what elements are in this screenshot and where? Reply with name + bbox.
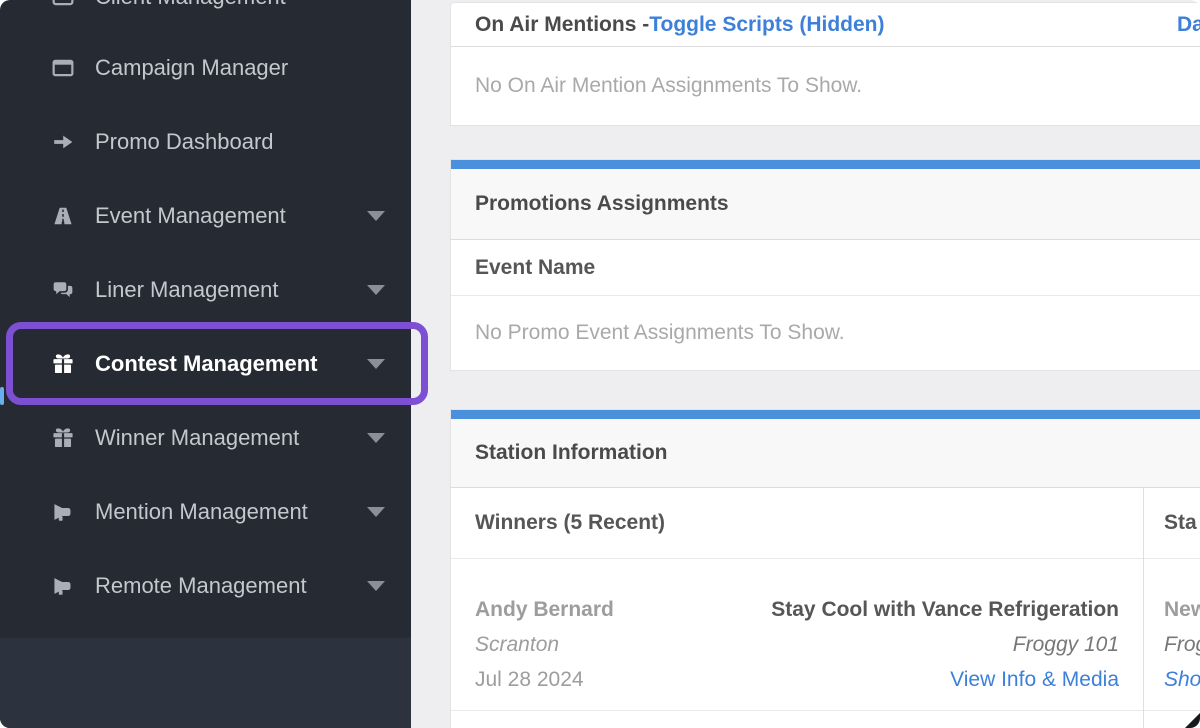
event-name-column-header: Event Name <box>451 240 1200 296</box>
winner-location: Scranton <box>475 627 614 662</box>
date-link[interactable]: Da <box>1177 3 1200 47</box>
sidebar-tools-section: TOOLS Phone Screener <box>0 638 411 728</box>
card-accent-bar <box>451 160 1200 169</box>
sidebar-item-label: Liner Management <box>95 277 278 303</box>
show-link[interactable]: Sho <box>1164 668 1200 691</box>
winner-meta: Andy Bernard Scranton Jul 28 2024 <box>475 592 614 710</box>
promotions-assignments-card: Promotions Assignments Event Name No Pro… <box>450 159 1200 371</box>
station-information-card: Station Information Winners (5 Recent) A… <box>450 409 1200 728</box>
sidebar-item-label: Contest Management <box>95 351 317 377</box>
sidebar-item-label: Remote Management <box>95 573 307 599</box>
active-item-indicator <box>0 387 4 405</box>
sidebar-item-campaign-manager[interactable]: Campaign Manager <box>0 31 411 105</box>
winner-row: Andy Bernard Scranton Jul 28 2024 Stay C… <box>451 559 1143 711</box>
chevron-down-icon <box>367 433 385 443</box>
main-content: On Air Mentions - Toggle Scripts (Hidden… <box>411 0 1200 728</box>
sidebar-item-mention-management[interactable]: Mention Management <box>0 475 411 549</box>
arrow-right-icon <box>48 131 78 153</box>
station-row-line2: Frog <box>1164 627 1200 662</box>
station-row-line1: New <box>1164 592 1200 627</box>
sidebar-item-remote-management[interactable]: Remote Management <box>0 549 411 623</box>
station-columns: Winners (5 Recent) Andy Bernard Scranton… <box>451 488 1200 728</box>
chevron-down-icon <box>367 359 385 369</box>
sidebar-item-client-management[interactable]: Client Management <box>0 0 411 34</box>
promotions-assignments-title: Promotions Assignments <box>475 192 729 216</box>
winners-column-header: Winners (5 Recent) <box>451 488 1143 559</box>
on-air-empty-message: No On Air Mention Assignments To Show. <box>451 47 1200 125</box>
app-screen: Client Management Campaign Manager Promo… <box>0 0 1200 728</box>
sidebar-item-label: Promo Dashboard <box>95 129 274 155</box>
gift-icon <box>48 427 78 449</box>
sidebar-item-label: Winner Management <box>95 425 299 451</box>
on-air-mentions-header: On Air Mentions - Toggle Scripts (Hidden… <box>451 3 1200 47</box>
winner-name: Andy Bernard <box>475 592 614 627</box>
window-icon <box>48 57 78 79</box>
gift-icon <box>48 353 78 375</box>
chevron-down-icon <box>367 285 385 295</box>
promotions-empty-message: No Promo Event Assignments To Show. <box>451 296 1200 370</box>
station-column-header: Sta <box>1144 488 1200 559</box>
winner-campaign-title: Stay Cool with Vance Refrigeration <box>771 592 1119 627</box>
on-air-mentions-card: On Air Mentions - Toggle Scripts (Hidden… <box>450 2 1200 126</box>
chevron-down-icon <box>367 211 385 221</box>
winner-station: Froggy 101 <box>771 627 1119 662</box>
view-info-media-link[interactable]: View Info & Media <box>950 668 1119 691</box>
station-row: New Frog Sho <box>1144 559 1200 711</box>
promotions-assignments-header: Promotions Assignments <box>451 169 1200 240</box>
winner-date: Jul 28 2024 <box>475 662 614 697</box>
toggle-scripts-link[interactable]: Toggle Scripts (Hidden) <box>649 13 884 37</box>
card-accent-bar <box>451 410 1200 419</box>
sidebar-item-winner-management[interactable]: Winner Management <box>0 401 411 475</box>
station-column: Sta New Frog Sho <box>1144 488 1200 728</box>
address-card-icon <box>48 0 78 8</box>
sidebar: Client Management Campaign Manager Promo… <box>0 0 411 728</box>
sidebar-item-liner-management[interactable]: Liner Management <box>0 253 411 327</box>
sidebar-item-promo-dashboard[interactable]: Promo Dashboard <box>0 105 411 179</box>
winner-campaign: Stay Cool with Vance Refrigeration Frogg… <box>771 592 1119 710</box>
on-air-mentions-title: On Air Mentions - <box>475 13 649 37</box>
winners-column: Winners (5 Recent) Andy Bernard Scranton… <box>451 488 1144 728</box>
comments-icon <box>48 279 78 301</box>
sidebar-item-label: Mention Management <box>95 499 308 525</box>
sidebar-item-event-management[interactable]: Event Management <box>0 179 411 253</box>
bullhorn-icon <box>48 575 78 597</box>
station-information-header: Station Information <box>451 419 1200 488</box>
sidebar-item-label: Client Management <box>95 0 286 10</box>
station-row-content: New Frog Sho <box>1164 592 1200 710</box>
sidebar-item-label: Campaign Manager <box>95 55 288 81</box>
bullhorn-icon <box>48 501 78 523</box>
chevron-down-icon <box>367 581 385 591</box>
sidebar-item-label: Event Management <box>95 203 286 229</box>
sidebar-item-contest-management[interactable]: Contest Management <box>0 327 411 401</box>
chevron-down-icon <box>367 507 385 517</box>
station-information-title: Station Information <box>475 441 668 465</box>
road-icon <box>48 205 78 227</box>
